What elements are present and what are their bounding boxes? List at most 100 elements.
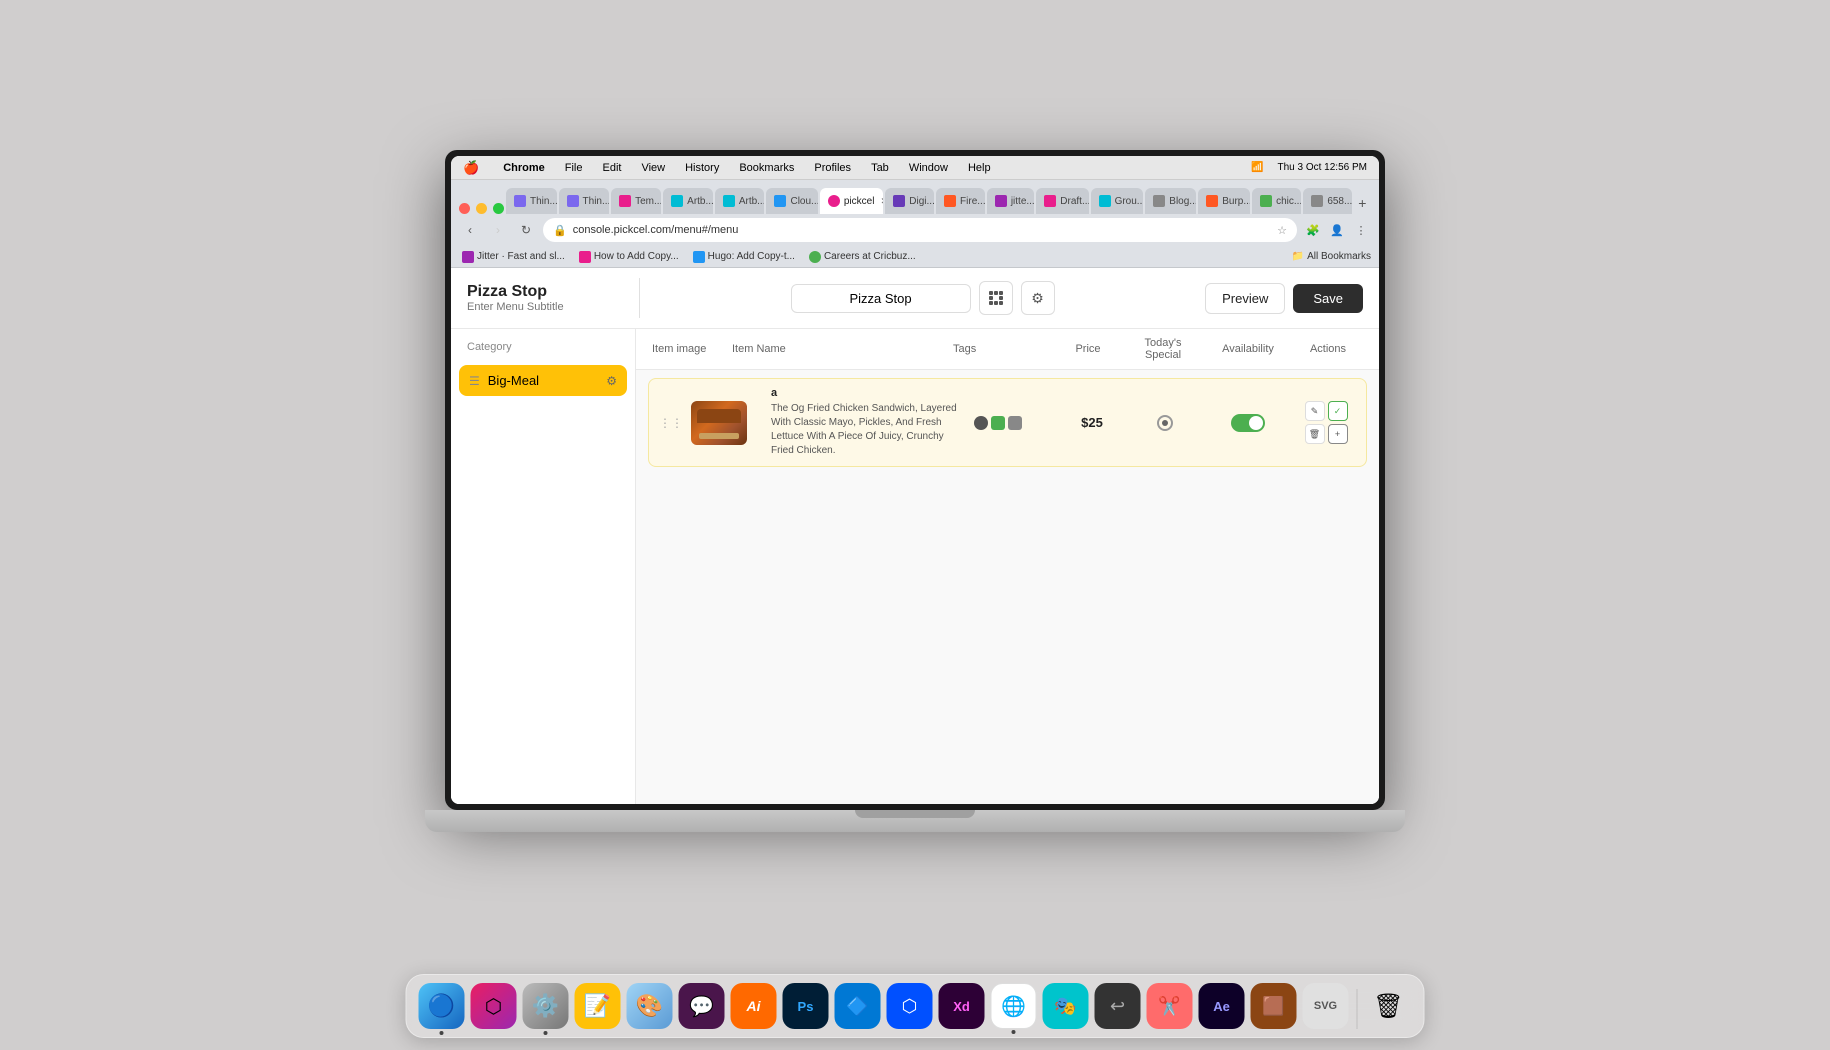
menu-profiles[interactable]: Profiles bbox=[810, 160, 855, 176]
tab-1[interactable]: Thin... bbox=[506, 188, 557, 214]
sidebar-category-header: Category bbox=[451, 329, 635, 361]
content-area: Item image Item Name Tags Price Today'sS… bbox=[636, 329, 1379, 804]
star-icon[interactable]: ☆ bbox=[1277, 224, 1287, 237]
category-label: Big-Meal bbox=[488, 373, 598, 388]
item-name: a bbox=[771, 387, 966, 399]
dock-chrome[interactable]: 🌐 bbox=[991, 983, 1037, 1029]
menu-file[interactable]: File bbox=[561, 160, 587, 176]
item-image bbox=[691, 401, 747, 445]
laptop-shell: 🍎 Chrome File Edit View History Bookmark… bbox=[435, 150, 1395, 900]
dock-xd[interactable]: Xd bbox=[939, 983, 985, 1029]
save-button[interactable]: Save bbox=[1293, 284, 1363, 313]
item-availability[interactable] bbox=[1208, 414, 1288, 432]
dock-svg[interactable]: SVG bbox=[1303, 983, 1349, 1029]
dock-canva[interactable]: 🎭 bbox=[1043, 983, 1089, 1029]
menu-bookmarks[interactable]: Bookmarks bbox=[735, 160, 798, 176]
tab-16[interactable]: 658... bbox=[1303, 188, 1351, 214]
col-header-price: Price bbox=[1053, 343, 1123, 355]
add-icon-button[interactable]: + bbox=[1328, 424, 1348, 444]
dock-system-prefs[interactable]: ⚙️ bbox=[523, 983, 569, 1029]
maximize-button[interactable] bbox=[493, 203, 504, 214]
tab-11[interactable]: Draft... bbox=[1036, 188, 1088, 214]
dock-stickies[interactable]: 📝 bbox=[575, 983, 621, 1029]
dock-framer[interactable]: ⬡ bbox=[887, 983, 933, 1029]
dock-finder[interactable]: 🔵 bbox=[419, 983, 465, 1029]
app-title-section: Pizza Stop bbox=[467, 283, 627, 313]
tab-pickcel[interactable]: pickcel ✕ bbox=[820, 188, 883, 214]
tab-15[interactable]: chic... bbox=[1252, 188, 1301, 214]
bookmark-jitter[interactable]: Jitter · Fast and sl... bbox=[459, 250, 568, 264]
extensions-icon[interactable]: 🧩 bbox=[1303, 220, 1323, 240]
menu-window[interactable]: Window bbox=[905, 160, 952, 176]
item-today-special[interactable] bbox=[1130, 415, 1200, 431]
dock-launchpad[interactable]: ⬡ bbox=[471, 983, 517, 1029]
dock-slack[interactable]: 💬 bbox=[679, 983, 725, 1029]
tab-12[interactable]: Grou... bbox=[1091, 188, 1144, 214]
tab-9[interactable]: Fire... bbox=[936, 188, 985, 214]
settings-icon-button[interactable]: ⚙ bbox=[1021, 281, 1055, 315]
tab-13[interactable]: Blog... bbox=[1145, 188, 1196, 214]
delete-icon-button[interactable]: 🗑 bbox=[1305, 424, 1325, 444]
availability-toggle[interactable] bbox=[1231, 414, 1265, 432]
macos-menubar: 🍎 Chrome File Edit View History Bookmark… bbox=[451, 156, 1379, 180]
apple-logo-icon[interactable]: 🍎 bbox=[459, 158, 483, 178]
category-big-meal[interactable]: ☰ Big-Meal ⚙ bbox=[459, 365, 627, 396]
menu-view[interactable]: View bbox=[637, 160, 669, 176]
menu-chrome[interactable]: Chrome bbox=[499, 160, 549, 176]
url-bar[interactable]: 🔒 console.pickcel.com/menu#/menu ☆ bbox=[543, 218, 1297, 242]
item-tags bbox=[974, 416, 1054, 430]
menu-tab[interactable]: Tab bbox=[867, 160, 893, 176]
preview-button[interactable]: Preview bbox=[1205, 283, 1285, 314]
dock-vscode[interactable]: 🔷 bbox=[835, 983, 881, 1029]
subtitle-input[interactable] bbox=[467, 301, 627, 313]
bookmark-hugo[interactable]: Hugo: Add Copy-t... bbox=[690, 250, 798, 264]
category-settings-icon[interactable]: ⚙ bbox=[606, 374, 617, 388]
edit-icon-button[interactable]: ✎ bbox=[1305, 401, 1325, 421]
minimize-button[interactable] bbox=[476, 203, 487, 214]
tab-14[interactable]: Burp... bbox=[1198, 188, 1250, 214]
tab-6[interactable]: Clou... bbox=[766, 188, 817, 214]
dock-capcut[interactable]: ✂️ bbox=[1147, 983, 1193, 1029]
bookmark-copy[interactable]: How to Add Copy... bbox=[576, 250, 682, 264]
menu-history[interactable]: History bbox=[681, 160, 723, 176]
menu-edit[interactable]: Edit bbox=[598, 160, 625, 176]
dock-divider bbox=[1357, 989, 1358, 1029]
dock-app1[interactable]: ↩ bbox=[1095, 983, 1141, 1029]
clock: Thu 3 Oct 12:56 PM bbox=[1274, 160, 1372, 175]
row-drag-handle[interactable]: ⋮⋮ bbox=[659, 416, 683, 430]
tab-8[interactable]: Digi... bbox=[885, 188, 934, 214]
dock-freeform[interactable]: 🎨 bbox=[627, 983, 673, 1029]
lock-icon: 🔒 bbox=[553, 224, 567, 237]
tab-4[interactable]: Artb... bbox=[663, 188, 713, 214]
refresh-button[interactable]: ↻ bbox=[515, 219, 537, 241]
tab-10[interactable]: jitte... bbox=[987, 188, 1034, 214]
new-tab-button[interactable]: + bbox=[1354, 192, 1371, 214]
dock: 🔵 ⬡ ⚙️ 📝 🎨 💬 Ai Ps 🔷 ⬡ Xd 🌐 🎭 ↩ ✂️ bbox=[406, 974, 1425, 1038]
dock-photoshop[interactable]: Ps bbox=[783, 983, 829, 1029]
url-text: console.pickcel.com/menu#/menu bbox=[573, 224, 1271, 236]
profile-icon[interactable]: 👤 bbox=[1327, 220, 1347, 240]
settings-icon[interactable]: ⋮ bbox=[1351, 220, 1371, 240]
tab-3[interactable]: Tem... bbox=[611, 188, 661, 214]
item-description: The Og Fried Chicken Sandwich, Layered W… bbox=[771, 402, 966, 458]
special-radio[interactable] bbox=[1157, 415, 1173, 431]
all-bookmarks[interactable]: 📁 All Bookmarks bbox=[1292, 251, 1371, 262]
menu-help[interactable]: Help bbox=[964, 160, 995, 176]
dock-app2[interactable]: 🟫 bbox=[1251, 983, 1297, 1029]
main-layout: Category ☰ Big-Meal ⚙ Item image Item Na… bbox=[451, 329, 1379, 804]
dock-aftereffects[interactable]: Ae bbox=[1199, 983, 1245, 1029]
qr-icon-button[interactable] bbox=[979, 281, 1013, 315]
back-button[interactable]: ‹ bbox=[459, 219, 481, 241]
browser-actions: 🧩 👤 ⋮ bbox=[1303, 220, 1371, 240]
dock-trash[interactable]: 🗑 bbox=[1366, 983, 1412, 1029]
col-header-tags: Tags bbox=[953, 343, 1053, 355]
tab-5[interactable]: Artb... bbox=[715, 188, 765, 214]
dock-illustrator[interactable]: Ai bbox=[731, 983, 777, 1029]
bookmark-careers[interactable]: Careers at Cricbuz... bbox=[806, 250, 919, 264]
tab-2[interactable]: Thin... bbox=[559, 188, 610, 214]
close-button[interactable] bbox=[459, 203, 470, 214]
forward-button[interactable]: › bbox=[487, 219, 509, 241]
check-icon-button[interactable]: ✓ bbox=[1328, 401, 1348, 421]
menu-name-input[interactable] bbox=[791, 284, 971, 313]
laptop-notch bbox=[855, 810, 975, 818]
